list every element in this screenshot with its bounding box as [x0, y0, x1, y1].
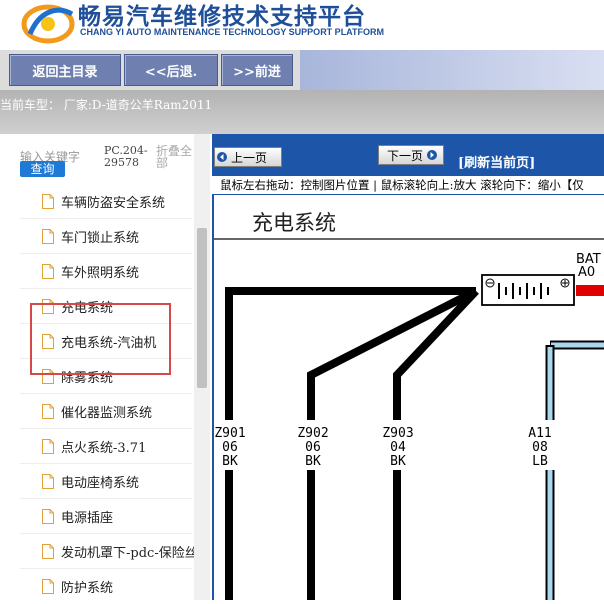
wire-label-id: Z902	[297, 426, 328, 441]
tree-item[interactable]: 点火系统-3.71	[20, 429, 192, 464]
wire-label-id: Z901	[214, 426, 245, 441]
wire-label-gauge: 08	[532, 440, 548, 455]
tree-item[interactable]: 防护系统	[20, 569, 192, 600]
wiring-diagram-svg: 充电系统 BAT A0 Z901 06 BK Z902 06 BK Z903 0…	[214, 211, 604, 600]
next-page-label: 下一页	[387, 148, 424, 163]
tree-item-label: 防护系统	[61, 581, 114, 596]
wire-label-gauge: 06	[305, 440, 321, 455]
wire-label-color: BK	[222, 454, 238, 469]
viewer-hint: 鼠标左右拖动：控制图片位置 | 鼠标滚轮向上:放大 滚轮向下：缩小【仅	[212, 176, 604, 194]
current-car-label: 当前车型： 厂家:D-道奇公羊Ram2011	[0, 98, 213, 112]
home-button[interactable]: 返回主目录	[9, 54, 121, 86]
collapse-all-link[interactable]: 折叠全部	[156, 145, 192, 169]
logo-icon	[21, 4, 75, 44]
tree-item-label: 电动座椅系统	[61, 476, 140, 491]
file-icon	[42, 579, 54, 594]
tree-item[interactable]: 发动机罩下-pdc-保险丝	[20, 534, 198, 569]
file-icon	[42, 544, 54, 559]
wire-label-color: BK	[305, 454, 321, 469]
tree-item-label: 电源插座	[61, 511, 114, 526]
header: 畅易汽车维修技术支持平台 CHANG YI AUTO MAINTENANCE T…	[0, 0, 604, 50]
tree-item[interactable]: 车外照明系统	[20, 254, 192, 289]
prev-page-label: 上一页	[231, 150, 268, 165]
wire-label-color: BK	[390, 454, 406, 469]
refresh-page-link[interactable]: [刷新当前页]	[458, 152, 535, 171]
wire-label-color: LB	[532, 454, 548, 469]
back-button[interactable]: <<后退.	[124, 54, 218, 86]
file-icon	[42, 194, 54, 209]
tree-item-label: 发动机罩下-pdc-保险丝	[61, 546, 198, 561]
battery-positive-cable	[576, 285, 604, 296]
wiring-diagram[interactable]: 充电系统 BAT A0 Z901 06 BK Z902 06 BK Z903 0…	[214, 195, 604, 600]
tree-item-label: 车辆防盗安全系统	[61, 196, 166, 211]
sidebar-scroll-thumb[interactable]	[197, 228, 207, 388]
tree-item-label: 催化器监测系统	[61, 406, 153, 421]
forward-button[interactable]: >>前进	[221, 54, 293, 86]
file-icon	[42, 264, 54, 279]
prev-page-button[interactable]: 上一页	[214, 147, 282, 167]
highlight-box	[30, 303, 171, 375]
arrow-right-icon	[427, 150, 438, 160]
tree-list: 车辆防盗安全系统 车门锁止系统 车外照明系统 充电系统 充电系统-汽油机 除雾系统 催化器监…	[20, 184, 198, 600]
pc-code: PC.204-29578	[104, 144, 148, 169]
file-icon	[42, 439, 54, 454]
tree-item-label: 车外照明系统	[61, 266, 140, 281]
tree-item-label: 车门锁止系统	[61, 231, 140, 246]
query-button[interactable]: 查询	[20, 161, 65, 177]
platform-subtitle: CHANG YI AUTO MAINTENANCE TECHNOLOGY SUP…	[80, 27, 385, 37]
tree-item[interactable]: 电动座椅系统	[20, 464, 192, 499]
tree-item[interactable]: 催化器监测系统	[20, 394, 192, 429]
tree-item[interactable]: 电源插座	[20, 499, 192, 534]
wire-label-gauge: 06	[222, 440, 238, 455]
tree-item-label: 点火系统-3.71	[61, 441, 147, 456]
next-page-button[interactable]: 下一页	[378, 145, 444, 165]
tree-item[interactable]: 车辆防盗安全系统	[20, 184, 192, 219]
arrow-left-icon	[217, 152, 227, 162]
file-icon	[42, 229, 54, 244]
wire-label-id: Z903	[382, 426, 413, 441]
file-icon	[42, 404, 54, 419]
file-icon	[42, 509, 54, 524]
battery-sub-label: A0	[578, 265, 595, 280]
battery-icon	[481, 274, 575, 306]
diagram-title: 充电系统	[252, 211, 336, 235]
file-icon	[42, 474, 54, 489]
wire-label-gauge: 04	[390, 440, 406, 455]
tree-item[interactable]: 车门锁止系统	[20, 219, 192, 254]
wire-label-id: A11	[528, 426, 551, 441]
